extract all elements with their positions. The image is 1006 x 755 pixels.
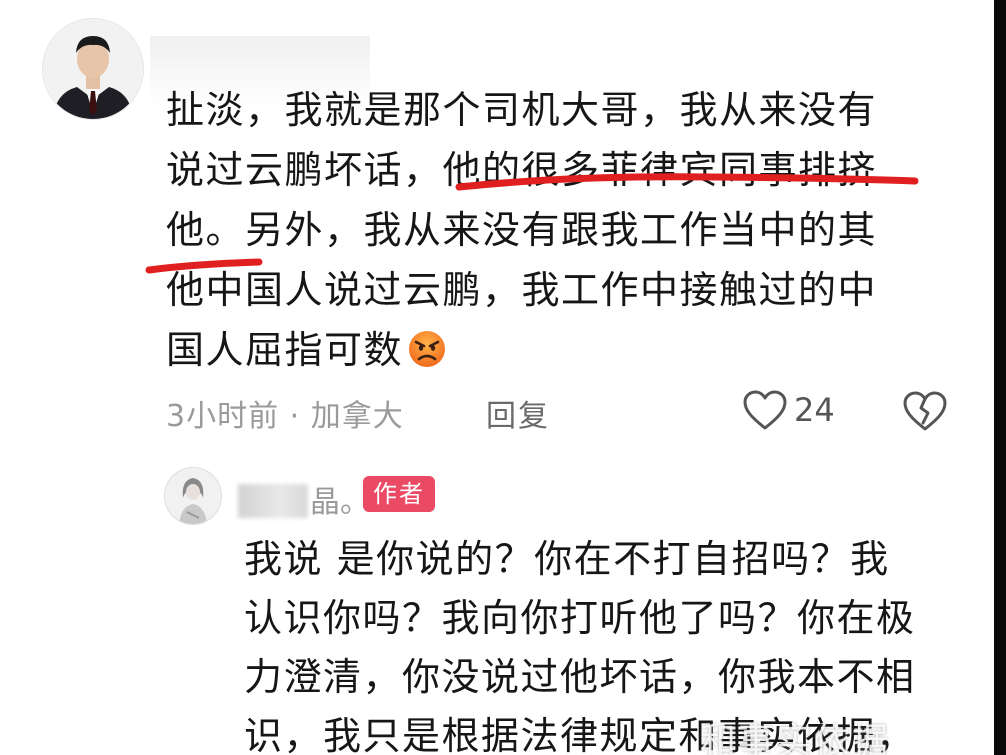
heart-outline-icon xyxy=(743,390,787,430)
replier-name-text: 晶。 xyxy=(310,485,370,520)
right-edge-bar xyxy=(994,0,1006,755)
author-badge: 作者 xyxy=(363,476,435,512)
comment-line: 他。另外，我从来没有跟我工作当中的其 xyxy=(166,208,878,252)
comment-line: 国人屈指可数 xyxy=(166,328,404,372)
like-count: 24 xyxy=(794,391,835,429)
red-underline-stroke xyxy=(455,173,919,191)
person-portrait-icon xyxy=(43,19,143,119)
replier-avatar[interactable] xyxy=(164,467,222,525)
comment-meta-row: 3小时前 · 加拿大 回复 24 xyxy=(166,385,966,435)
comment-thread: 扯淡，我就是那个司机大哥，我从来没有 说过云鹏坏话，他的很多菲律宾同事排挤 他。… xyxy=(0,0,1006,755)
replier-name: 晶。 xyxy=(238,477,370,521)
reply-button[interactable]: 回复 xyxy=(486,391,550,435)
name-redaction xyxy=(238,484,308,518)
like-button[interactable]: 24 xyxy=(742,385,835,435)
comment-time-location: 3小时前 · 加拿大 xyxy=(166,399,404,434)
reply-line: 我说 是你说的？你在不打自招吗？我 xyxy=(244,537,890,581)
reply-line: 认识你吗？我向你打听他了吗？你在极 xyxy=(244,596,916,640)
watermark-text: 和事实依据 xyxy=(700,721,891,755)
comment-line: 扯淡，我就是那个司机大哥，我从来没有 xyxy=(166,88,878,132)
reply-header: 晶。 作者 xyxy=(164,467,964,527)
reply-line: 力澄清，你没说过他坏话，你我本不相 xyxy=(244,655,916,699)
angry-face-emoji-icon xyxy=(407,326,447,367)
comment-body: 扯淡，我就是那个司机大哥，我从来没有 说过云鹏坏话，他的很多菲律宾同事排挤 他。… xyxy=(166,80,926,380)
person-sketch-icon xyxy=(165,468,221,524)
red-underline-stroke-short xyxy=(145,258,263,274)
broken-heart-icon[interactable] xyxy=(902,389,948,433)
commenter-avatar[interactable] xyxy=(42,18,144,120)
comment-line: 他中国人说过云鹏，我工作中接触过的中 xyxy=(166,268,878,312)
